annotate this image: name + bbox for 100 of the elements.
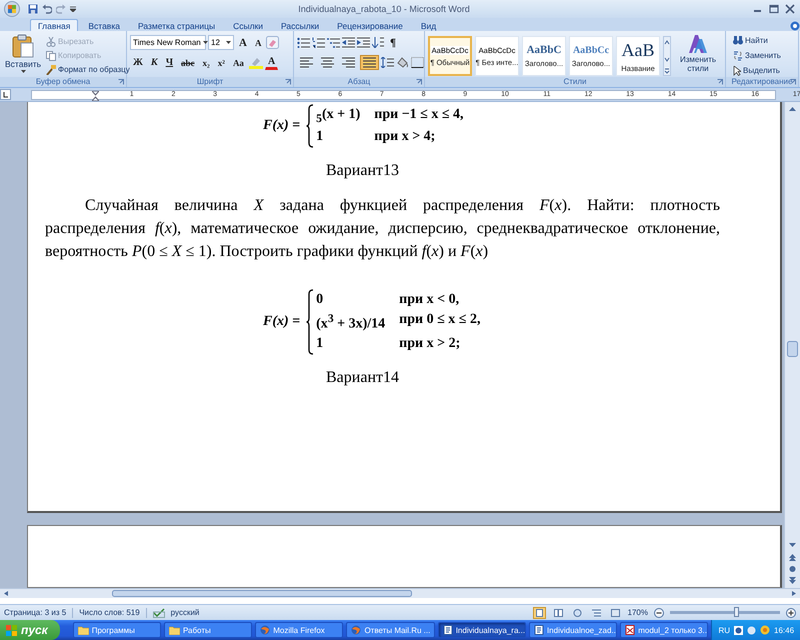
line-spacing-icon[interactable] bbox=[381, 57, 394, 68]
formula-condition: при x < 0, bbox=[399, 292, 460, 308]
group-label: Шрифт bbox=[196, 77, 224, 86]
editing-button[interactable]: Найти bbox=[733, 34, 781, 47]
format-button[interactable]: Aa bbox=[230, 55, 247, 70]
page-count[interactable]: Страница: 3 из 5 bbox=[4, 608, 66, 617]
formula-expression: 0 bbox=[316, 292, 324, 308]
taskbar-button[interactable]: modul_2 только 3... bbox=[620, 622, 708, 638]
taskbar-button[interactable]: Ответы Mail.Ru ... bbox=[346, 622, 435, 638]
ribbon-tab[interactable]: Разметка страницы bbox=[130, 19, 224, 31]
caret-icon bbox=[20, 70, 26, 73]
ribbon-tab[interactable]: Рецензирование bbox=[329, 19, 411, 31]
taskbar-button[interactable]: Individualnaya_ra... bbox=[438, 622, 526, 638]
previous-page-icon[interactable] bbox=[787, 552, 798, 562]
word-count[interactable]: Число слов: 519 bbox=[79, 608, 140, 617]
view-reading-button[interactable] bbox=[552, 606, 565, 618]
scroll-thumb[interactable] bbox=[787, 341, 798, 357]
tray-icon[interactable] bbox=[760, 625, 770, 635]
align-left-button[interactable] bbox=[297, 55, 316, 70]
close-icon[interactable] bbox=[784, 4, 796, 14]
zoom-slider-thumb[interactable] bbox=[734, 607, 739, 617]
office-orb-icon[interactable] bbox=[4, 1, 20, 17]
align-justify-button[interactable] bbox=[360, 55, 379, 70]
font-name-field[interactable]: Times New Roman bbox=[130, 35, 206, 50]
dialog-launcher-icon[interactable] bbox=[285, 79, 291, 85]
indent-marker-icon[interactable] bbox=[92, 90, 99, 100]
show-marks-button[interactable]: ¶ bbox=[387, 35, 399, 50]
vertical-scrollbar[interactable] bbox=[784, 102, 800, 588]
borders-icon[interactable] bbox=[411, 57, 424, 68]
taskbar-button[interactable]: Работы bbox=[164, 622, 252, 638]
grow-font-button[interactable]: A bbox=[236, 35, 250, 50]
view-print-button[interactable] bbox=[532, 606, 546, 618]
clipboard-button[interactable]: Формат по образцу bbox=[46, 63, 130, 76]
view-draft-button[interactable] bbox=[608, 606, 622, 618]
shading-icon[interactable] bbox=[396, 57, 409, 68]
format-button[interactable]: abc bbox=[178, 55, 198, 70]
ribbon-tab[interactable]: Вставка bbox=[80, 19, 128, 31]
browse-object-icon[interactable] bbox=[787, 564, 798, 574]
cursor-icon bbox=[733, 66, 741, 76]
tab-selector-icon[interactable] bbox=[0, 89, 11, 100]
undo-icon[interactable] bbox=[42, 4, 52, 14]
folder-icon bbox=[78, 626, 89, 634]
paste-button[interactable]: Вставить bbox=[3, 34, 44, 77]
dialog-launcher-icon[interactable] bbox=[118, 79, 124, 85]
dialog-launcher-icon[interactable] bbox=[717, 79, 723, 85]
increase-indent-icon[interactable] bbox=[357, 37, 370, 48]
zoom-in-icon[interactable] bbox=[786, 608, 796, 618]
scroll-right-icon[interactable] bbox=[790, 590, 798, 597]
dialog-launcher-icon[interactable] bbox=[416, 79, 422, 85]
format-button[interactable]: Ж bbox=[130, 55, 146, 70]
keyboard-language[interactable]: RU bbox=[718, 626, 730, 634]
language-indicator[interactable]: русский bbox=[170, 608, 200, 617]
format-button[interactable]: Ч bbox=[162, 55, 176, 70]
align-icon bbox=[342, 57, 355, 68]
shrink-font-button[interactable]: A bbox=[252, 35, 264, 50]
next-page-icon[interactable] bbox=[787, 576, 798, 586]
editing-button[interactable]: Заменить bbox=[733, 49, 781, 62]
group-label: Стили bbox=[563, 77, 587, 86]
save-icon[interactable] bbox=[28, 4, 38, 14]
scroll-left-icon[interactable] bbox=[2, 590, 10, 597]
help-icon[interactable] bbox=[790, 21, 800, 31]
horizontal-scroll-thumb[interactable] bbox=[112, 590, 412, 597]
taskbar-button[interactable]: Mozilla Firefox bbox=[255, 622, 344, 638]
proofing-icon[interactable] bbox=[152, 608, 165, 618]
align-icon bbox=[363, 57, 376, 68]
taskbar-button[interactable]: Individualnoe_zad... bbox=[528, 622, 618, 638]
align-center-button[interactable] bbox=[318, 55, 337, 70]
clock[interactable]: 16:46 bbox=[774, 626, 794, 634]
numbered-list-icon[interactable] bbox=[312, 37, 325, 48]
zoom-out-icon[interactable] bbox=[654, 608, 664, 618]
zoom-level[interactable]: 170% bbox=[628, 608, 648, 617]
dropdown-icon[interactable] bbox=[70, 6, 76, 12]
help-icon[interactable] bbox=[734, 626, 744, 634]
copy-icon bbox=[46, 50, 56, 60]
decrease-indent-icon[interactable] bbox=[342, 37, 355, 48]
font-size-field[interactable]: 12 bbox=[208, 35, 234, 50]
formula-condition: при 0 ≤ x ≤ 2, bbox=[399, 312, 480, 329]
view-outline-button[interactable] bbox=[590, 606, 603, 618]
editing-button[interactable]: Выделить bbox=[733, 64, 781, 77]
align-right-button[interactable] bbox=[339, 55, 358, 70]
ribbon-tab[interactable]: Главная bbox=[30, 19, 78, 31]
taskbar-button[interactable]: Программы bbox=[72, 622, 161, 638]
format-button[interactable]: x² bbox=[214, 55, 228, 70]
format-button[interactable]: К bbox=[148, 55, 161, 70]
maximize-icon[interactable] bbox=[768, 4, 780, 14]
style-gallery-scroll-icon[interactable] bbox=[663, 36, 671, 76]
ribbon-tab[interactable]: Рассылки bbox=[273, 19, 328, 31]
bullet-list-icon[interactable] bbox=[297, 37, 310, 48]
sort-icon[interactable] bbox=[372, 37, 385, 48]
formula-condition: при x > 2; bbox=[399, 336, 462, 352]
font-color-button[interactable]: A bbox=[264, 56, 278, 70]
view-web-button[interactable] bbox=[570, 606, 584, 618]
dialog-launcher-icon[interactable] bbox=[790, 79, 796, 85]
multilevel-list-icon[interactable] bbox=[327, 37, 340, 48]
align-icon bbox=[321, 57, 334, 68]
format-button[interactable]: x₂ bbox=[200, 55, 213, 70]
horizontal-scrollbar[interactable] bbox=[0, 588, 800, 598]
ribbon-tab[interactable]: Ссылки bbox=[225, 19, 272, 31]
change-styles-button[interactable]: Изменить стили bbox=[674, 34, 722, 77]
ribbon-tab[interactable]: Вид bbox=[412, 19, 444, 31]
